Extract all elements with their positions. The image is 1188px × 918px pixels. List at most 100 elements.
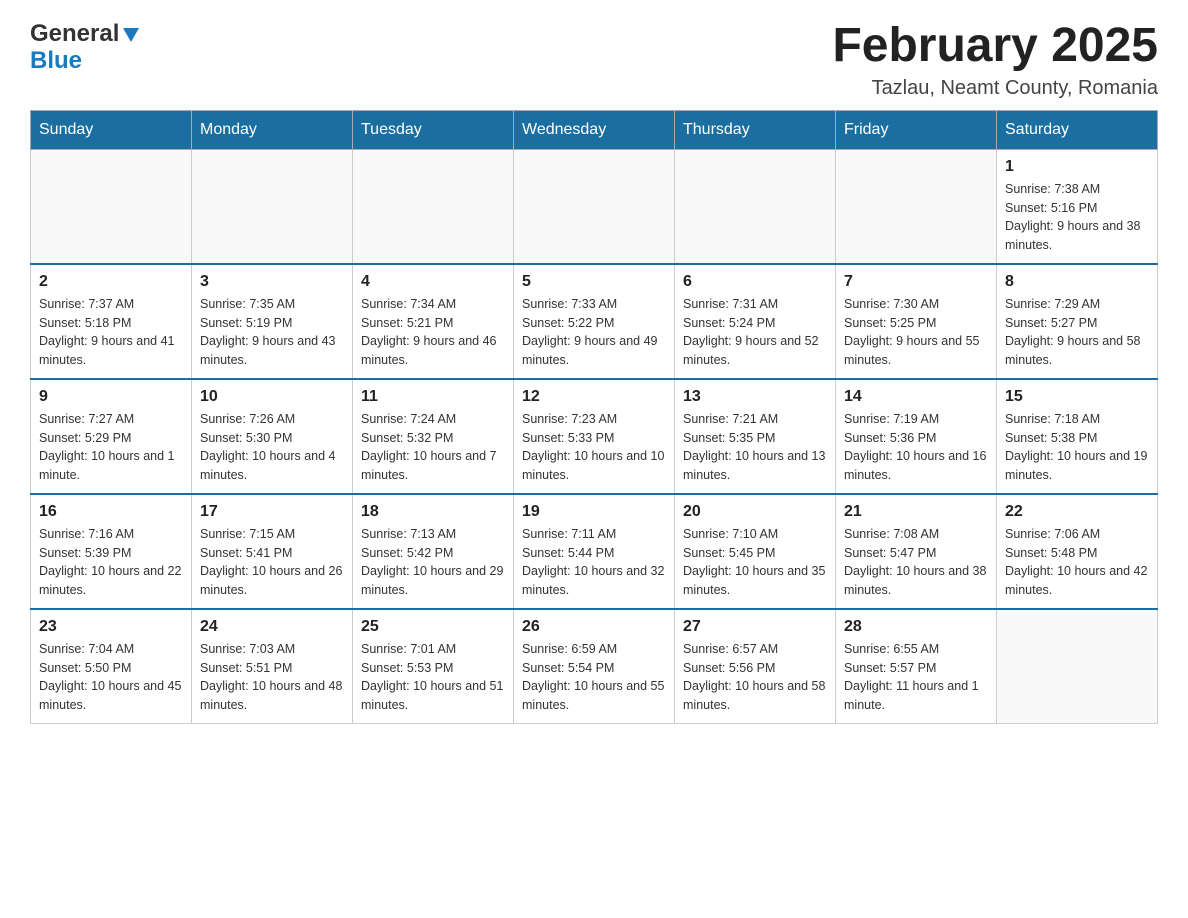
day-info: Sunrise: 7:15 AM Sunset: 5:41 PM Dayligh… (200, 525, 344, 600)
day-number: 26 (522, 618, 666, 636)
calendar-cell: 19 Sunrise: 7:11 AM Sunset: 5:44 PM Dayli… (514, 494, 675, 609)
day-info: Sunrise: 6:57 AM Sunset: 5:56 PM Dayligh… (683, 640, 827, 715)
day-number: 24 (200, 618, 344, 636)
title-section: February 2025 Tazlau, Neamt County, Roma… (832, 20, 1158, 100)
calendar-cell (675, 149, 836, 264)
calendar-subtitle: Tazlau, Neamt County, Romania (832, 77, 1158, 100)
day-info: Sunrise: 7:13 AM Sunset: 5:42 PM Dayligh… (361, 525, 505, 600)
logo: General Blue (30, 20, 141, 76)
day-info: Sunrise: 7:06 AM Sunset: 5:48 PM Dayligh… (1005, 525, 1149, 600)
calendar-cell: 27Sunrise: 6:57 AM Sunset: 5:56 PM Dayli… (675, 609, 836, 724)
day-number: 11 (361, 388, 505, 406)
day-number: 5 (522, 273, 666, 291)
col-monday: Monday (192, 110, 353, 149)
day-number: 16 (39, 503, 183, 521)
calendar-cell: 23 Sunrise: 7:04 AM Sunset: 5:50 PM Dayli… (31, 609, 192, 724)
calendar-cell: 2Sunrise: 7:37 AM Sunset: 5:18 PM Daylig… (31, 264, 192, 379)
calendar-cell: 7 Sunrise: 7:30 AM Sunset: 5:25 PM Daylig… (836, 264, 997, 379)
day-info: Sunrise: 7:38 AM Sunset: 5:16 PM Dayligh… (1005, 180, 1149, 255)
col-wednesday: Wednesday (514, 110, 675, 149)
calendar-cell: 16 Sunrise: 7:16 AM Sunset: 5:39 PM Dayli… (31, 494, 192, 609)
day-number: 2 (39, 273, 183, 291)
day-info: Sunrise: 7:03 AM Sunset: 5:51 PM Dayligh… (200, 640, 344, 715)
calendar-cell: 11 Sunrise: 7:24 AM Sunset: 5:32 PM Dayli… (353, 379, 514, 494)
day-number: 4 (361, 273, 505, 291)
calendar-cell: 25 Sunrise: 7:01 AM Sunset: 5:53 PM Dayli… (353, 609, 514, 724)
calendar-title: February 2025 (832, 20, 1158, 73)
calendar-cell: 21 Sunrise: 7:08 AM Sunset: 5:47 PM Dayli… (836, 494, 997, 609)
col-saturday: Saturday (997, 110, 1158, 149)
calendar-cell (353, 149, 514, 264)
calendar-cell: 8 Sunrise: 7:29 AM Sunset: 5:27 PM Daylig… (997, 264, 1158, 379)
day-number: 1 (1005, 158, 1149, 176)
page-header: General Blue February 2025 Tazlau, Neamt… (30, 20, 1158, 100)
day-number: 7 (844, 273, 988, 291)
day-info: Sunrise: 7:34 AM Sunset: 5:21 PM Dayligh… (361, 295, 505, 370)
day-info: Sunrise: 7:18 AM Sunset: 5:38 PM Dayligh… (1005, 410, 1149, 485)
day-info: Sunrise: 7:21 AM Sunset: 5:35 PM Dayligh… (683, 410, 827, 485)
day-info: Sunrise: 7:30 AM Sunset: 5:25 PM Dayligh… (844, 295, 988, 370)
calendar-cell: 17Sunrise: 7:15 AM Sunset: 5:41 PM Dayli… (192, 494, 353, 609)
calendar-cell: 22 Sunrise: 7:06 AM Sunset: 5:48 PM Dayli… (997, 494, 1158, 609)
calendar-cell (836, 149, 997, 264)
calendar-cell (31, 149, 192, 264)
calendar-cell: 14 Sunrise: 7:19 AM Sunset: 5:36 PM Dayli… (836, 379, 997, 494)
day-info: Sunrise: 7:08 AM Sunset: 5:47 PM Dayligh… (844, 525, 988, 600)
day-info: Sunrise: 7:31 AM Sunset: 5:24 PM Dayligh… (683, 295, 827, 370)
day-number: 8 (1005, 273, 1149, 291)
day-number: 15 (1005, 388, 1149, 406)
day-info: Sunrise: 7:23 AM Sunset: 5:33 PM Dayligh… (522, 410, 666, 485)
calendar-cell: 20 Sunrise: 7:10 AM Sunset: 5:45 PM Dayli… (675, 494, 836, 609)
day-info: Sunrise: 7:01 AM Sunset: 5:53 PM Dayligh… (361, 640, 505, 715)
calendar-cell: 12 Sunrise: 7:23 AM Sunset: 5:33 PM Dayli… (514, 379, 675, 494)
calendar-row-4: 23 Sunrise: 7:04 AM Sunset: 5:50 PM Dayli… (31, 609, 1158, 724)
logo-general: General (30, 20, 119, 49)
calendar-cell (997, 609, 1158, 724)
day-info: Sunrise: 7:26 AM Sunset: 5:30 PM Dayligh… (200, 410, 344, 485)
day-number: 19 (522, 503, 666, 521)
calendar-cell: 18 Sunrise: 7:13 AM Sunset: 5:42 PM Dayli… (353, 494, 514, 609)
calendar-cell (514, 149, 675, 264)
day-number: 22 (1005, 503, 1149, 521)
calendar-row-2: 9 Sunrise: 7:27 AM Sunset: 5:29 PM Daylig… (31, 379, 1158, 494)
calendar-cell: 9 Sunrise: 7:27 AM Sunset: 5:29 PM Daylig… (31, 379, 192, 494)
day-info: Sunrise: 7:19 AM Sunset: 5:36 PM Dayligh… (844, 410, 988, 485)
day-number: 25 (361, 618, 505, 636)
day-number: 14 (844, 388, 988, 406)
calendar-cell: 13Sunrise: 7:21 AM Sunset: 5:35 PM Dayli… (675, 379, 836, 494)
day-number: 20 (683, 503, 827, 521)
day-number: 3 (200, 273, 344, 291)
day-number: 18 (361, 503, 505, 521)
calendar-cell: 15 Sunrise: 7:18 AM Sunset: 5:38 PM Dayli… (997, 379, 1158, 494)
col-thursday: Thursday (675, 110, 836, 149)
day-number: 21 (844, 503, 988, 521)
calendar-row-0: 1 Sunrise: 7:38 AM Sunset: 5:16 PM Daylig… (31, 149, 1158, 264)
day-info: Sunrise: 7:10 AM Sunset: 5:45 PM Dayligh… (683, 525, 827, 600)
day-info: Sunrise: 6:59 AM Sunset: 5:54 PM Dayligh… (522, 640, 666, 715)
calendar-cell: 4 Sunrise: 7:34 AM Sunset: 5:21 PM Daylig… (353, 264, 514, 379)
logo-blue: Blue (30, 47, 141, 76)
day-number: 9 (39, 388, 183, 406)
day-number: 6 (683, 273, 827, 291)
calendar-cell: 28 Sunrise: 6:55 AM Sunset: 5:57 PM Dayli… (836, 609, 997, 724)
day-info: Sunrise: 7:35 AM Sunset: 5:19 PM Dayligh… (200, 295, 344, 370)
day-number: 28 (844, 618, 988, 636)
col-friday: Friday (836, 110, 997, 149)
day-number: 23 (39, 618, 183, 636)
day-number: 12 (522, 388, 666, 406)
calendar-cell (192, 149, 353, 264)
calendar-row-1: 2Sunrise: 7:37 AM Sunset: 5:18 PM Daylig… (31, 264, 1158, 379)
calendar-cell: 3 Sunrise: 7:35 AM Sunset: 5:19 PM Daylig… (192, 264, 353, 379)
col-tuesday: Tuesday (353, 110, 514, 149)
day-info: Sunrise: 7:27 AM Sunset: 5:29 PM Dayligh… (39, 410, 183, 485)
calendar-table: Sunday Monday Tuesday Wednesday Thursday… (30, 110, 1158, 724)
day-info: Sunrise: 7:29 AM Sunset: 5:27 PM Dayligh… (1005, 295, 1149, 370)
day-info: Sunrise: 7:04 AM Sunset: 5:50 PM Dayligh… (39, 640, 183, 715)
day-info: Sunrise: 7:11 AM Sunset: 5:44 PM Dayligh… (522, 525, 666, 600)
day-number: 10 (200, 388, 344, 406)
calendar-cell: 1 Sunrise: 7:38 AM Sunset: 5:16 PM Daylig… (997, 149, 1158, 264)
day-info: Sunrise: 7:24 AM Sunset: 5:32 PM Dayligh… (361, 410, 505, 485)
day-info: Sunrise: 6:55 AM Sunset: 5:57 PM Dayligh… (844, 640, 988, 715)
calendar-cell: 24 Sunrise: 7:03 AM Sunset: 5:51 PM Dayli… (192, 609, 353, 724)
day-info: Sunrise: 7:16 AM Sunset: 5:39 PM Dayligh… (39, 525, 183, 600)
